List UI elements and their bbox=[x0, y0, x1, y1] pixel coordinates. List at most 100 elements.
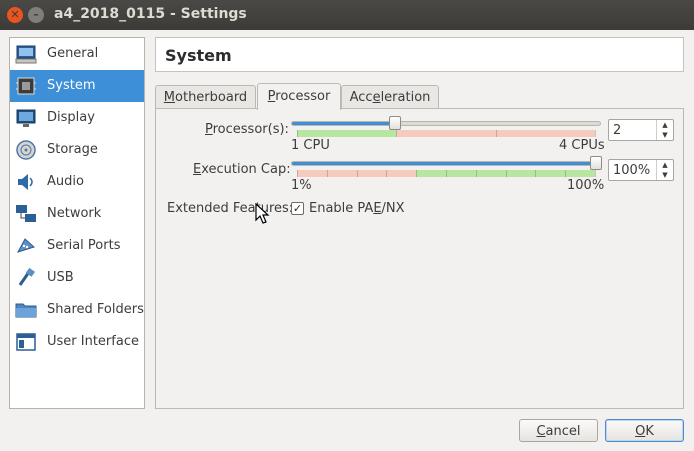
label-rest: K bbox=[645, 424, 654, 439]
processor-slider[interactable] bbox=[291, 116, 601, 130]
execution-cap-range-tick bbox=[297, 170, 298, 177]
tab-label-rest: leration bbox=[380, 90, 431, 105]
ok-button-label: OK bbox=[606, 424, 683, 439]
sidebar-item-label: USB bbox=[47, 270, 74, 285]
ok-button[interactable]: OK bbox=[605, 419, 684, 442]
sidebar-item-network[interactable]: Network bbox=[10, 198, 144, 230]
execution-cap-label: Execution Cap: bbox=[193, 162, 291, 177]
execution-cap-range-tick bbox=[386, 170, 387, 177]
sidebar-item-audio[interactable]: Audio bbox=[10, 166, 144, 198]
enable-pae-nx-label[interactable]: Enable PAE/NX bbox=[309, 201, 405, 216]
extended-features-label: Extended Features: bbox=[167, 201, 294, 216]
sidebar-item-label: Audio bbox=[47, 174, 84, 189]
settings-window: ✕ – a4_2018_0115 - Settings General Syst… bbox=[0, 0, 694, 451]
page-header: System bbox=[155, 37, 684, 72]
sidebar-item-label: Storage bbox=[47, 142, 98, 157]
mnemonic-e: e bbox=[372, 90, 381, 105]
sidebar-item-system[interactable]: System bbox=[10, 70, 144, 102]
sidebar-item-label: User Interface bbox=[47, 334, 139, 349]
serial-ports-icon bbox=[16, 238, 35, 253]
execution-cap-spinbox[interactable]: 100% ▲ ▼ bbox=[608, 159, 674, 181]
sidebar-item-general[interactable]: General bbox=[10, 38, 144, 70]
sidebar-item-usb[interactable]: USB bbox=[10, 262, 144, 294]
storage-icon bbox=[16, 140, 36, 160]
tab-acceleration-label: Acceleration bbox=[342, 90, 438, 105]
page-title: System bbox=[165, 46, 232, 65]
user-interface-icon bbox=[16, 333, 36, 351]
processor-max-label: 4 CPUs bbox=[559, 138, 605, 153]
processor-count-spinbox[interactable]: 2 ▲ ▼ bbox=[608, 119, 674, 141]
execution-cap-range-tick bbox=[416, 170, 417, 177]
execution-cap-range-tick bbox=[357, 170, 358, 177]
tab-acceleration[interactable]: Acceleration bbox=[341, 85, 439, 109]
label-rest: /NX bbox=[381, 201, 405, 216]
usb-icon bbox=[18, 267, 35, 286]
sidebar-item-display[interactable]: Display bbox=[10, 102, 144, 134]
execution-cap-range-tick bbox=[535, 170, 536, 177]
processor-range-tick bbox=[496, 130, 497, 137]
processor-slider-fill bbox=[292, 122, 395, 125]
tab-processor-label: Processor bbox=[258, 89, 340, 104]
general-icon bbox=[15, 45, 37, 64]
execution-cap-max-label: 100% bbox=[567, 178, 605, 193]
label-rest: xecution Cap: bbox=[201, 162, 291, 177]
sidebar-item-user-interface[interactable]: User Interface bbox=[10, 326, 144, 358]
settings-sidebar: General System Display Storage Audio Net… bbox=[9, 37, 145, 409]
tab-label-rest: otherboard bbox=[175, 90, 248, 105]
sidebar-item-shared-folders[interactable]: Shared Folders bbox=[10, 294, 144, 326]
shared-folders-icon bbox=[15, 303, 37, 318]
sidebar-item-serial-ports[interactable]: Serial Ports bbox=[10, 230, 144, 262]
mnemonic-p: P bbox=[205, 122, 213, 137]
window-title: a4_2018_0115 - Settings bbox=[54, 6, 247, 22]
minimize-window-button[interactable]: – bbox=[28, 7, 44, 23]
tab-label-pre: Acc bbox=[349, 90, 373, 105]
increment-button[interactable]: ▲ bbox=[657, 160, 673, 170]
tab-label-rest: rocessor bbox=[275, 89, 331, 104]
mnemonic-o: O bbox=[635, 424, 646, 439]
mnemonic-c: C bbox=[536, 424, 546, 439]
execution-cap-min-label: 1% bbox=[291, 178, 312, 193]
mnemonic-e: E bbox=[193, 162, 202, 177]
execution-cap-range-tick bbox=[327, 170, 328, 177]
tab-motherboard[interactable]: Motherboard bbox=[155, 85, 256, 109]
execution-cap-range-tick bbox=[506, 170, 507, 177]
mnemonic-m: M bbox=[163, 90, 176, 105]
mnemonic-e: E bbox=[373, 201, 382, 216]
processor-panel bbox=[155, 108, 684, 409]
sidebar-item-label: System bbox=[47, 78, 96, 93]
display-icon bbox=[16, 109, 36, 127]
sidebar-item-label: Display bbox=[47, 110, 95, 125]
execution-cap-range-tick bbox=[476, 170, 477, 177]
processor-slider-handle[interactable] bbox=[389, 116, 401, 130]
network-icon bbox=[16, 205, 36, 222]
processor-range-tick bbox=[297, 130, 298, 137]
cancel-button-label: Cancel bbox=[520, 424, 597, 439]
processor-count-label: Processor(s): bbox=[205, 122, 289, 137]
sidebar-item-label: Network bbox=[47, 206, 102, 221]
label-rest: ancel bbox=[545, 424, 581, 439]
execution-cap-value[interactable]: 100% bbox=[613, 163, 650, 178]
execution-cap-range-tick bbox=[565, 170, 566, 177]
processor-range-tick bbox=[396, 130, 397, 137]
audio-icon bbox=[18, 174, 33, 190]
execution-cap-slider-handle[interactable] bbox=[590, 156, 602, 170]
tab-processor[interactable]: Processor bbox=[257, 83, 341, 110]
increment-button[interactable]: ▲ bbox=[657, 120, 673, 130]
processor-min-label: 1 CPU bbox=[291, 138, 330, 153]
close-window-button[interactable]: ✕ bbox=[7, 7, 23, 23]
sidebar-item-label: General bbox=[47, 46, 99, 61]
label-rest: rocessor(s): bbox=[212, 122, 289, 137]
decrement-button[interactable]: ▼ bbox=[657, 170, 673, 180]
execution-cap-range-tick bbox=[595, 170, 596, 177]
enable-pae-nx-checkbox[interactable]: ✓ bbox=[291, 202, 304, 215]
decrement-button[interactable]: ▼ bbox=[657, 130, 673, 140]
sidebar-item-storage[interactable]: Storage bbox=[10, 134, 144, 166]
processor-range-tick bbox=[595, 130, 596, 137]
execution-cap-slider[interactable] bbox=[291, 156, 602, 170]
processor-count-value[interactable]: 2 bbox=[613, 123, 621, 138]
execution-cap-slider-fill bbox=[292, 162, 600, 165]
spin-buttons: ▲ ▼ bbox=[656, 160, 673, 180]
system-icon bbox=[16, 77, 36, 95]
cancel-button[interactable]: Cancel bbox=[519, 419, 598, 442]
sidebar-item-label: Serial Ports bbox=[47, 238, 121, 253]
